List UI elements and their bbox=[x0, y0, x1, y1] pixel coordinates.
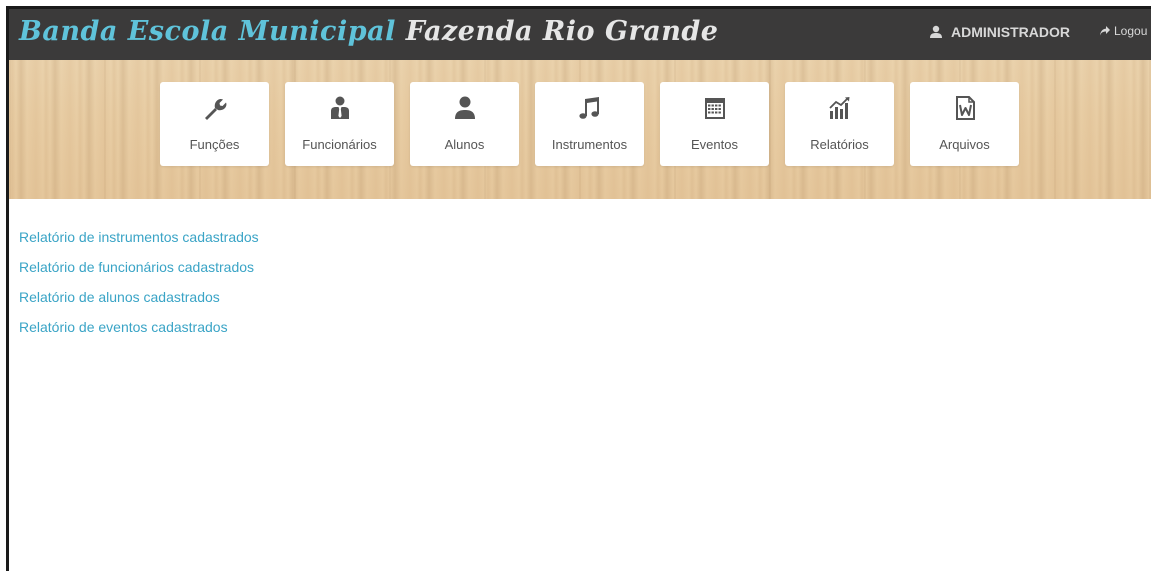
page: Banda Escola Municipal Fazenda Rio Grand… bbox=[0, 0, 1151, 571]
tile-label: Instrumentos bbox=[551, 137, 628, 152]
tile-label: Funcionários bbox=[302, 137, 377, 152]
tile-instrumentos[interactable]: Instrumentos bbox=[535, 82, 644, 166]
tile-label: Alunos bbox=[444, 137, 485, 152]
user-icon bbox=[930, 25, 942, 38]
window-edge-top bbox=[6, 6, 1151, 9]
report-link-alunos[interactable]: Relatório de alunos cadastrados bbox=[19, 282, 259, 312]
tile-label: Eventos bbox=[691, 137, 738, 152]
tile-relatorios[interactable]: Relatórios bbox=[785, 82, 894, 166]
logout-label: Logou bbox=[1114, 24, 1148, 38]
user-icon bbox=[454, 96, 475, 119]
employee-icon bbox=[330, 96, 349, 119]
word-document-icon bbox=[955, 96, 975, 120]
chart-icon bbox=[828, 97, 849, 119]
tile-eventos[interactable]: Eventos bbox=[660, 82, 769, 166]
tile-label: Relatórios bbox=[810, 137, 869, 152]
report-link-eventos[interactable]: Relatório de eventos cadastrados bbox=[19, 312, 259, 342]
user-menu[interactable]: ADMINISTRADOR bbox=[929, 24, 1070, 40]
user-name: ADMINISTRADOR bbox=[951, 24, 1070, 40]
tile-label: Funções bbox=[189, 137, 240, 152]
calendar-icon bbox=[704, 98, 725, 119]
tile-alunos[interactable]: Alunos bbox=[410, 82, 519, 166]
report-link-funcionarios[interactable]: Relatório de funcionários cadastrados bbox=[19, 252, 259, 282]
brand-title-part1: Banda Escola Municipal bbox=[19, 16, 396, 47]
tile-funcoes[interactable]: Funções bbox=[160, 82, 269, 166]
music-note-icon bbox=[578, 97, 599, 119]
share-arrow-icon bbox=[1100, 26, 1110, 36]
brand-title-part2: Fazenda Rio Grande bbox=[405, 16, 719, 47]
brand-title[interactable]: Banda Escola Municipal Fazenda Rio Grand… bbox=[19, 16, 718, 47]
tile-arquivos[interactable]: Arquivos bbox=[910, 82, 1019, 166]
window-edge-left bbox=[6, 8, 9, 571]
report-link-instrumentos[interactable]: Relatório de instrumentos cadastrados bbox=[19, 222, 259, 252]
tile-label: Arquivos bbox=[939, 137, 990, 152]
top-navbar: Banda Escola Municipal Fazenda Rio Grand… bbox=[9, 9, 1151, 60]
logout-link[interactable]: Logou bbox=[1099, 24, 1147, 38]
wrench-icon bbox=[204, 99, 226, 120]
tile-funcionarios[interactable]: Funcionários bbox=[285, 82, 394, 166]
report-links: Relatório de instrumentos cadastrados Re… bbox=[19, 222, 259, 342]
